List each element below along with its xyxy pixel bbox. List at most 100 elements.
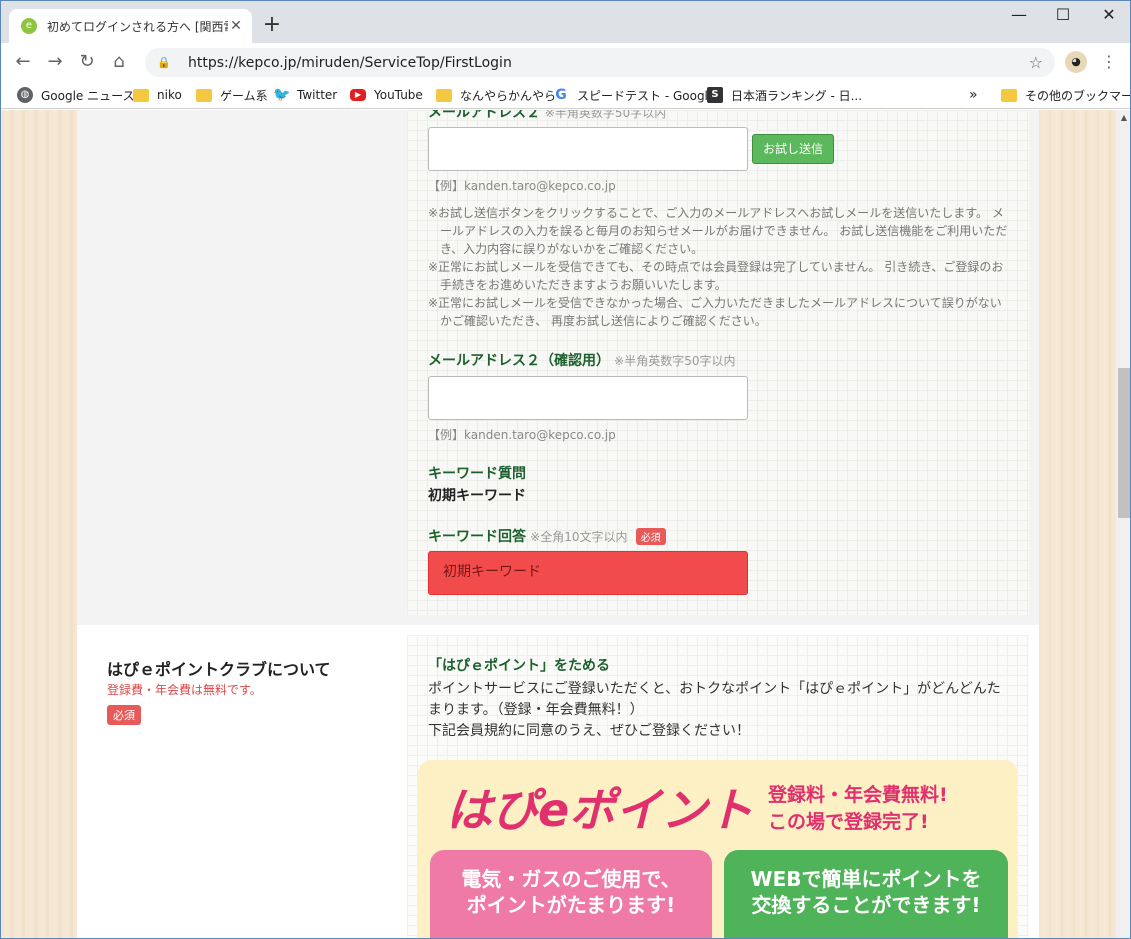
note-line: ールアドレスの入力を誤ると毎月のお知らせメールがお届けできません。 お試し送信機… — [440, 224, 1008, 238]
club-title: はぴｅポイントクラブについて — [107, 660, 331, 679]
bookmark-label: ゲーム系 — [220, 88, 268, 103]
note-line: き、入力内容に誤りがないかをご確認ください。 — [440, 242, 704, 256]
page-viewport: メールアドレス２ ※半角英数字50字以内 お試し送信 【例】kanden.tar… — [1, 110, 1116, 938]
keyword-answer-label-text: キーワード回答 — [428, 529, 526, 545]
bookmark-item[interactable]: S 日本酒ランキング - 日... — [707, 85, 862, 105]
bookmark-item[interactable]: ▶ YouTube — [350, 85, 423, 105]
minimize-icon[interactable]: — — [996, 1, 1042, 31]
club-body: ポイントサービスにご登録いただくと、おトクなポイント「はぴｅポイント」がどんどん… — [428, 679, 1023, 742]
email-confirm-input[interactable] — [428, 376, 748, 420]
back-icon[interactable]: ← — [9, 49, 37, 77]
banner-tagline: 登録料・年会費無料! この場で登録完了! — [768, 782, 948, 836]
banner-green-line: WEBで簡単にポイントを — [750, 867, 982, 891]
note-line: ※お試し送信ボタンをクリックすることで、ご入力のメールアドレスへお試しメールを送… — [428, 206, 1004, 220]
bookmarks-overflow-button[interactable]: » — [969, 85, 978, 105]
keyword-answer-input[interactable]: 初期キーワード — [428, 551, 748, 595]
email2-example: 【例】kanden.taro@kepco.co.jp — [428, 179, 616, 193]
new-tab-button[interactable]: + — [259, 13, 285, 39]
other-bookmarks-label: その他のブックマーク — [1025, 88, 1130, 103]
folder-icon — [436, 88, 452, 102]
folder-icon — [1001, 88, 1017, 102]
bookmarks-bar: ◍ Google ニュース niko ゲーム系 🐦 Twitter ▶ YouTube… — [1, 81, 1130, 109]
bookmark-label: なんやらかんやら — [460, 88, 557, 103]
scrollbar-thumb[interactable] — [1118, 368, 1130, 518]
wood-background-right — [1039, 110, 1116, 938]
email2-note-text: ※半角英数字50字以内 — [544, 110, 667, 120]
bookmark-item[interactable]: 🐦 Twitter — [273, 85, 337, 105]
bookmark-label: 日本酒ランキング - 日... — [731, 88, 863, 103]
bookmark-label: Twitter — [297, 88, 338, 102]
banner-pink-line: 電気・ガスのご使用で、 — [461, 867, 681, 891]
club-heading: 「はぴｅポイント」をためる — [428, 658, 610, 674]
keyword-question-label: キーワード質問 — [428, 466, 526, 482]
reload-icon[interactable]: ↻ — [73, 49, 101, 77]
email2-label-text: メールアドレス２ — [428, 110, 540, 121]
banner-green-line: 交換することができます! — [751, 893, 981, 917]
email-confirm-label-text: メールアドレス２（確認用） — [428, 353, 610, 369]
lock-icon: 🔒 — [157, 56, 171, 69]
bookmark-item[interactable]: ゲーム系 — [196, 85, 268, 105]
bookmark-label: YouTube — [374, 88, 423, 102]
scroll-up-icon[interactable]: ▲ — [1116, 110, 1130, 126]
banner-tag-line: 登録料・年会費無料! — [768, 784, 948, 806]
banner-green-box: WEBで簡単にポイントを 交換することができます! — [724, 850, 1008, 938]
bookmark-label: スピードテスト - Googl... — [577, 88, 720, 103]
folder-icon — [196, 88, 212, 102]
address-bar[interactable]: 🔒 https://kepco.jp/miruden/ServiceTop/Fi… — [145, 48, 1055, 77]
bookmark-item[interactable]: なんやらかんやら — [436, 85, 556, 105]
note-line: 手続きをお進めいただきますようお願いいたします。 — [440, 278, 727, 292]
home-icon[interactable]: ⌂ — [105, 49, 133, 77]
s-icon: S — [707, 87, 723, 103]
bookmark-item[interactable]: niko — [133, 85, 182, 105]
required-badge: 必須 — [107, 705, 141, 725]
club-body-line: 下記会員規約に同意のうえ、ぜひご登録ください！ — [428, 723, 750, 739]
point-club-section: はぴｅポイントクラブについて 登録費・年会費は無料です。 必須 「はぴｅポイント… — [77, 625, 1039, 938]
maximize-icon[interactable]: ☐ — [1040, 1, 1086, 31]
banner-pink-box: 電気・ガスのご使用で、 ポイントがたまります! — [430, 850, 712, 938]
globe-icon: ◍ — [17, 87, 33, 103]
keyword-answer-note: ※全角10文字以内 — [530, 530, 628, 544]
twitter-icon: 🐦 — [273, 87, 291, 103]
note-line: かご確認いただき、 再度お試し送信によりご確認ください。 — [440, 314, 767, 328]
club-body-line: ポイントサービスにご登録いただくと、おトクなポイント「はぴｅポイント」がどんどん… — [428, 681, 1001, 697]
keyword-question-value: 初期キーワード — [428, 488, 526, 504]
try-send-notes: ※お試し送信ボタンをクリックすることで、ご入力のメールアドレスへお試しメールを送… — [428, 204, 1018, 330]
bookmark-item[interactable]: G スピードテスト - Googl... — [553, 85, 719, 105]
banner-logo: はぴeポイント — [446, 783, 754, 837]
url-text[interactable]: https://kepco.jp/miruden/ServiceTop/Firs… — [188, 55, 1029, 71]
note-line: ※正常にお試しメールを受信できても、その時点では会員登録は完了していません。 引… — [428, 260, 1004, 274]
email-keyword-section: メールアドレス２ ※半角英数字50字以内 お試し送信 【例】kanden.tar… — [77, 110, 1039, 625]
tab-title: 初めてログインされる方へ [関西電力] — [47, 19, 228, 34]
try-send-button[interactable]: お試し送信 — [752, 134, 834, 164]
keyword-answer-label: キーワード回答 ※全角10文字以内 必須 — [428, 526, 666, 546]
bookmark-item[interactable]: ◍ Google ニュース — [17, 85, 135, 105]
bookmark-star-icon[interactable]: ☆ — [1029, 53, 1043, 72]
club-body-line: まります。（登録・年会費無料！） — [428, 702, 644, 718]
tab-strip: e 初めてログインされる方へ [関西電力] ✕ + — ☐ ✕ — [1, 1, 1130, 43]
browser-menu-icon[interactable]: ⋮ — [1099, 51, 1119, 73]
required-badge: 必須 — [635, 528, 666, 545]
email2-label-cut: メールアドレス２ ※半角英数字50字以内 — [428, 110, 666, 122]
form-grid-panel: メールアドレス２ ※半角英数字50字以内 お試し送信 【例】kanden.tar… — [407, 110, 1029, 615]
email-confirm-example: 【例】kanden.taro@kepco.co.jp — [428, 428, 616, 442]
note-line: ※正常にお試しメールを受信できなかった場合、ご入力いただきましたメールアドレスに… — [428, 296, 1002, 310]
kepco-favicon-icon: e — [21, 18, 37, 34]
forward-icon[interactable]: → — [41, 49, 69, 77]
folder-icon — [133, 88, 149, 102]
google-icon: G — [555, 87, 567, 103]
banner-tag-line: この場で登録完了! — [768, 811, 929, 833]
browser-toolbar: ← → ↻ ⌂ 🔒 https://kepco.jp/miruden/Servi… — [1, 43, 1130, 81]
wood-background-left — [1, 110, 77, 938]
page-body: メールアドレス２ ※半角英数字50字以内 お試し送信 【例】kanden.tar… — [77, 110, 1039, 938]
close-window-icon[interactable]: ✕ — [1086, 1, 1130, 31]
email2-input[interactable] — [428, 127, 748, 171]
active-tab[interactable]: e 初めてログインされる方へ [関西電力] ✕ — [9, 9, 252, 43]
page-scrollbar[interactable]: ▲ — [1116, 110, 1130, 938]
extension-avatar-icon[interactable]: ◕ — [1065, 51, 1087, 73]
youtube-icon: ▶ — [350, 89, 366, 101]
tab-close-icon[interactable]: ✕ — [228, 18, 244, 34]
other-bookmarks[interactable]: その他のブックマーク — [1001, 85, 1130, 105]
banner-pink-line: ポイントがたまります! — [466, 893, 676, 917]
bookmark-label: niko — [157, 88, 182, 102]
club-subtitle: 登録費・年会費は無料です。 — [107, 683, 262, 697]
